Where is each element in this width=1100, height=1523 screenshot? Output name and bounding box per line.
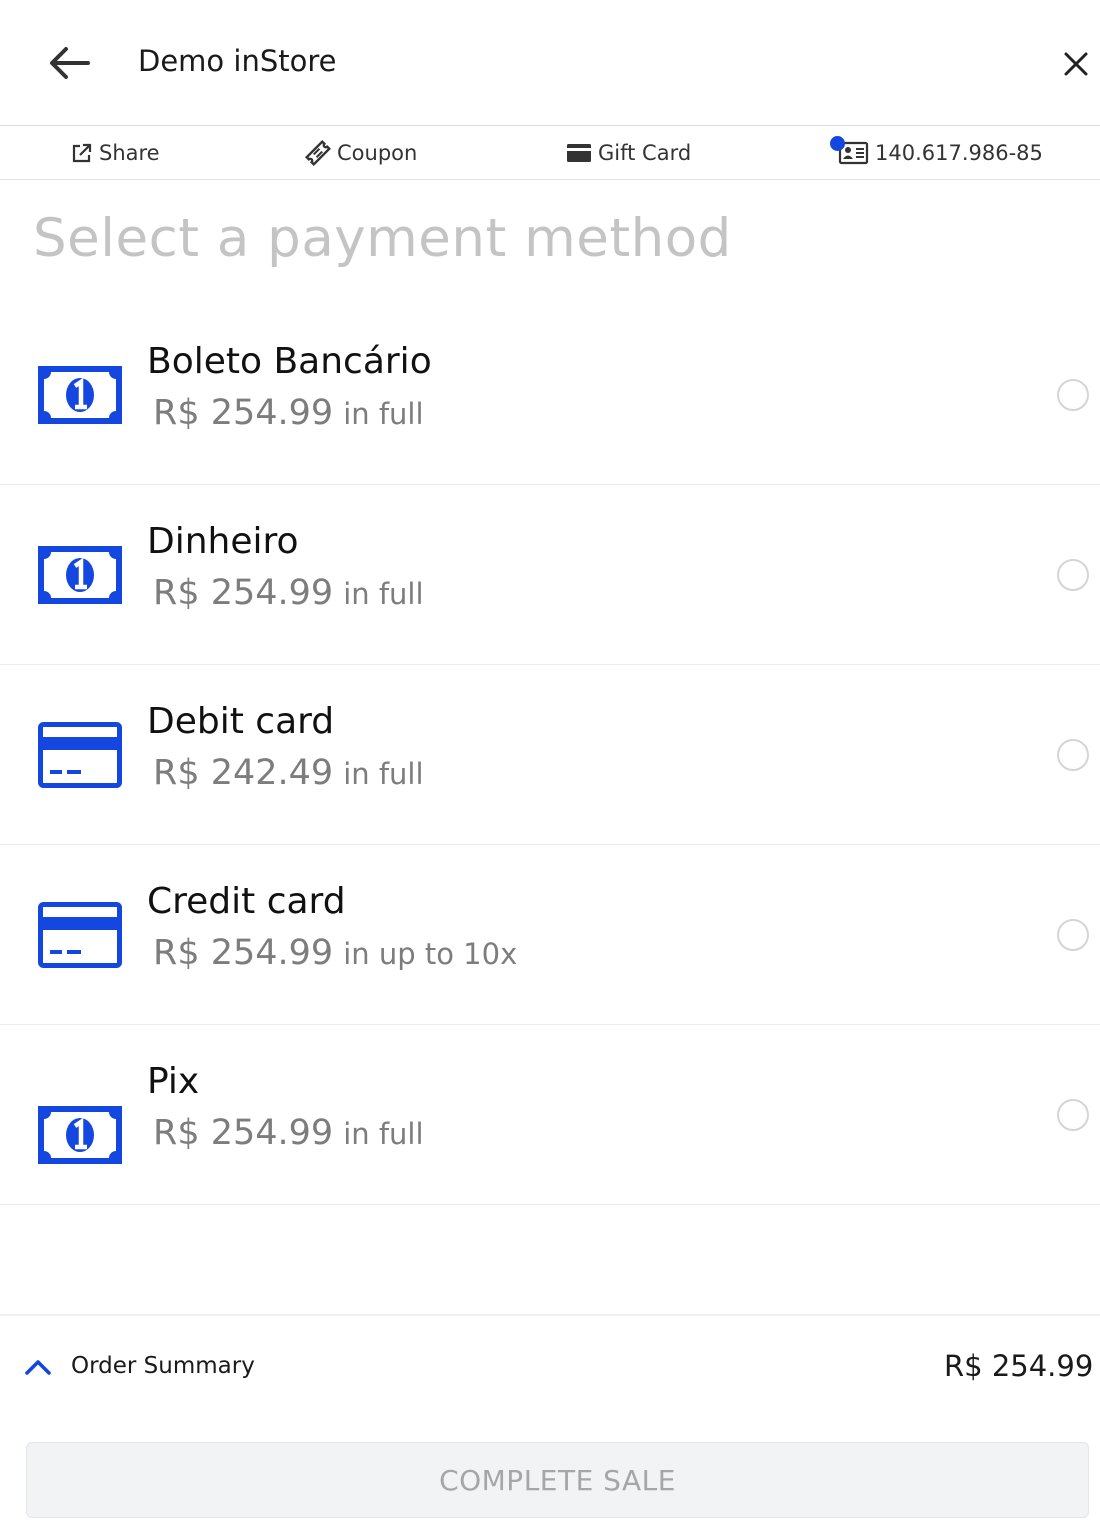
customer-id-button[interactable]: 140.617.986-85 <box>829 126 1043 180</box>
cash-icon <box>38 1106 122 1164</box>
price-suffix: in full <box>343 1117 424 1151</box>
payment-method-price: R$ 254.99 in full <box>153 1113 424 1153</box>
share-icon <box>72 143 92 163</box>
coupon-button[interactable]: Coupon <box>305 126 417 180</box>
share-label: Share <box>99 141 160 165</box>
ticket-icon <box>305 140 331 166</box>
cash-icon <box>38 366 122 424</box>
payment-method-radio[interactable] <box>1057 559 1089 591</box>
payment-method-name: Debit card <box>147 701 335 742</box>
payment-method-list: Boleto Bancário R$ 254.99 in full Dinheir… <box>0 305 1100 1205</box>
price-value: R$ 254.99 <box>153 933 334 973</box>
gift-card-button[interactable]: Gift Card <box>566 126 691 180</box>
customer-id-label: 140.617.986-85 <box>875 141 1043 165</box>
payment-method-price: R$ 254.99 in full <box>153 393 424 433</box>
price-value: R$ 242.49 <box>153 753 334 793</box>
price-suffix: in full <box>343 757 424 791</box>
gift-card-label: Gift Card <box>598 141 692 165</box>
header-bar: Demo inStore <box>0 0 1100 126</box>
price-value: R$ 254.99 <box>153 573 334 613</box>
payment-method-dinheiro[interactable]: Dinheiro R$ 254.99 in full <box>0 485 1100 665</box>
payment-method-name: Credit card <box>147 881 346 922</box>
payment-method-boleto[interactable]: Boleto Bancário R$ 254.99 in full <box>0 305 1100 485</box>
order-summary-toggle[interactable]: Order Summary <box>71 1353 255 1379</box>
payment-method-name: Boleto Bancário <box>147 341 432 382</box>
close-button[interactable] <box>1058 46 1094 82</box>
complete-sale-button[interactable]: COMPLETE SALE <box>26 1442 1089 1518</box>
share-button[interactable]: Share <box>71 126 160 180</box>
coupon-label: Coupon <box>337 141 418 165</box>
price-value: R$ 254.99 <box>153 393 334 433</box>
payment-method-radio[interactable] <box>1057 739 1089 771</box>
payment-method-radio[interactable] <box>1057 379 1089 411</box>
payment-method-radio[interactable] <box>1057 1099 1089 1131</box>
payment-method-price: R$ 254.99 in up to 10x <box>153 933 517 973</box>
price-suffix: in full <box>343 577 424 611</box>
back-button[interactable] <box>44 40 94 86</box>
payment-method-pix[interactable]: Pix R$ 254.99 in full <box>0 1025 1100 1205</box>
payment-method-credit-card[interactable]: Credit card R$ 254.99 in up to 10x <box>0 845 1100 1025</box>
action-toolbar: Share Coupon Gift Card 140.617.986-85 <box>0 126 1100 180</box>
payment-method-debit-card[interactable]: Debit card R$ 242.49 in full <box>0 665 1100 845</box>
price-value: R$ 254.99 <box>153 1113 334 1153</box>
page-heading: Select a payment method <box>33 208 732 269</box>
close-icon <box>1064 52 1088 76</box>
payment-method-price: R$ 242.49 in full <box>153 753 424 793</box>
payment-method-price: R$ 254.99 in full <box>153 573 424 613</box>
price-suffix: in up to 10x <box>343 937 518 971</box>
gift-card-icon <box>567 144 591 162</box>
card-icon <box>38 902 122 968</box>
price-suffix: in full <box>343 397 424 431</box>
card-icon <box>38 722 122 788</box>
footer-divider <box>0 1314 1100 1316</box>
order-total: R$ 254.99 <box>944 1349 1094 1383</box>
page-title: Demo inStore <box>138 44 337 78</box>
chevron-up-icon[interactable] <box>24 1356 52 1378</box>
cash-icon <box>38 546 122 604</box>
payment-method-radio[interactable] <box>1057 919 1089 951</box>
payment-method-name: Pix <box>147 1061 200 1102</box>
notification-dot <box>830 136 845 151</box>
payment-method-name: Dinheiro <box>147 521 299 562</box>
arrow-left-icon <box>50 47 90 79</box>
